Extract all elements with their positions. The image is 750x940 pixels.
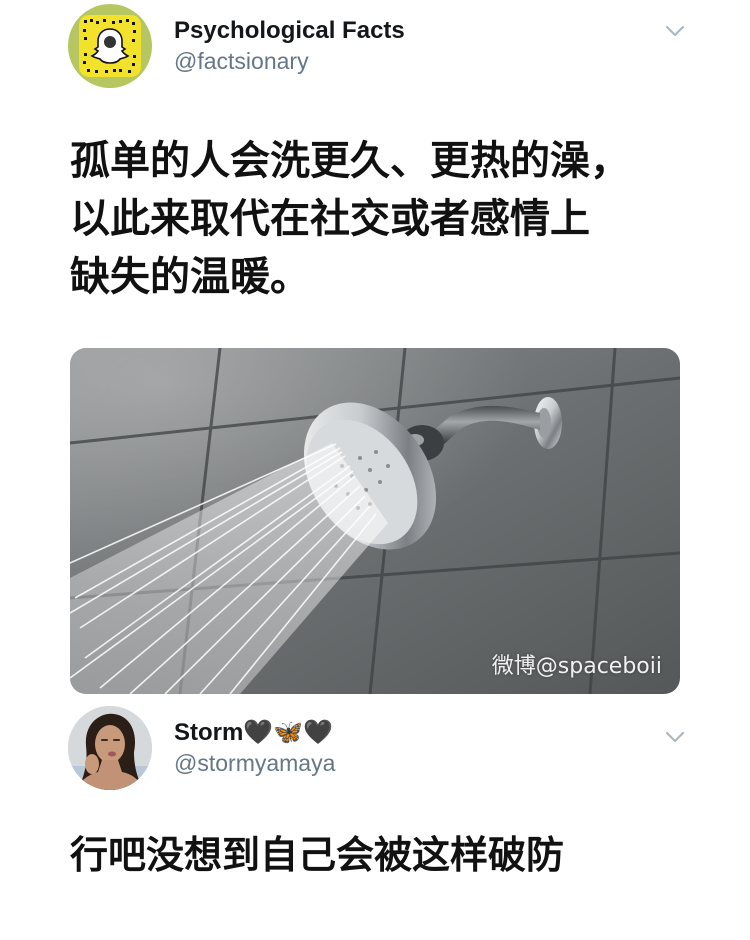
tweet-text-line: 以此来取代在社交或者感情上 <box>70 196 590 242</box>
handle[interactable]: @stormyamaya <box>174 748 335 778</box>
display-name[interactable]: Psychological Facts <box>174 16 405 46</box>
chevron-down-icon[interactable] <box>664 730 686 744</box>
shower-head-photo <box>70 348 680 694</box>
snapcode-icon <box>79 15 141 77</box>
tweet-header: Psychological Facts @factsionary <box>68 4 405 88</box>
profile-photo <box>68 706 152 790</box>
reply-text: 行吧没想到自己会被这样破防 <box>70 833 565 877</box>
image-watermark: 微博@spaceboii <box>491 654 662 679</box>
tweet-text: 孤单的人会洗更久、更热的澡， 以此来取代在社交或者感情上 缺失的温暖。 <box>70 132 710 306</box>
avatar[interactable] <box>68 4 152 88</box>
tweet-image[interactable]: 微博@spaceboii <box>70 348 680 694</box>
tweet-text-line: 孤单的人会洗更久、更热的澡， <box>70 138 630 184</box>
handle[interactable]: @factsionary <box>174 46 405 76</box>
display-name[interactable]: Storm🖤🦋🖤 <box>174 718 335 748</box>
avatar[interactable] <box>68 706 152 790</box>
chevron-down-icon[interactable] <box>664 24 686 38</box>
tweet-text-line: 缺失的温暖。 <box>70 254 310 300</box>
reply-header: Storm🖤🦋🖤 @stormyamaya <box>68 706 335 790</box>
